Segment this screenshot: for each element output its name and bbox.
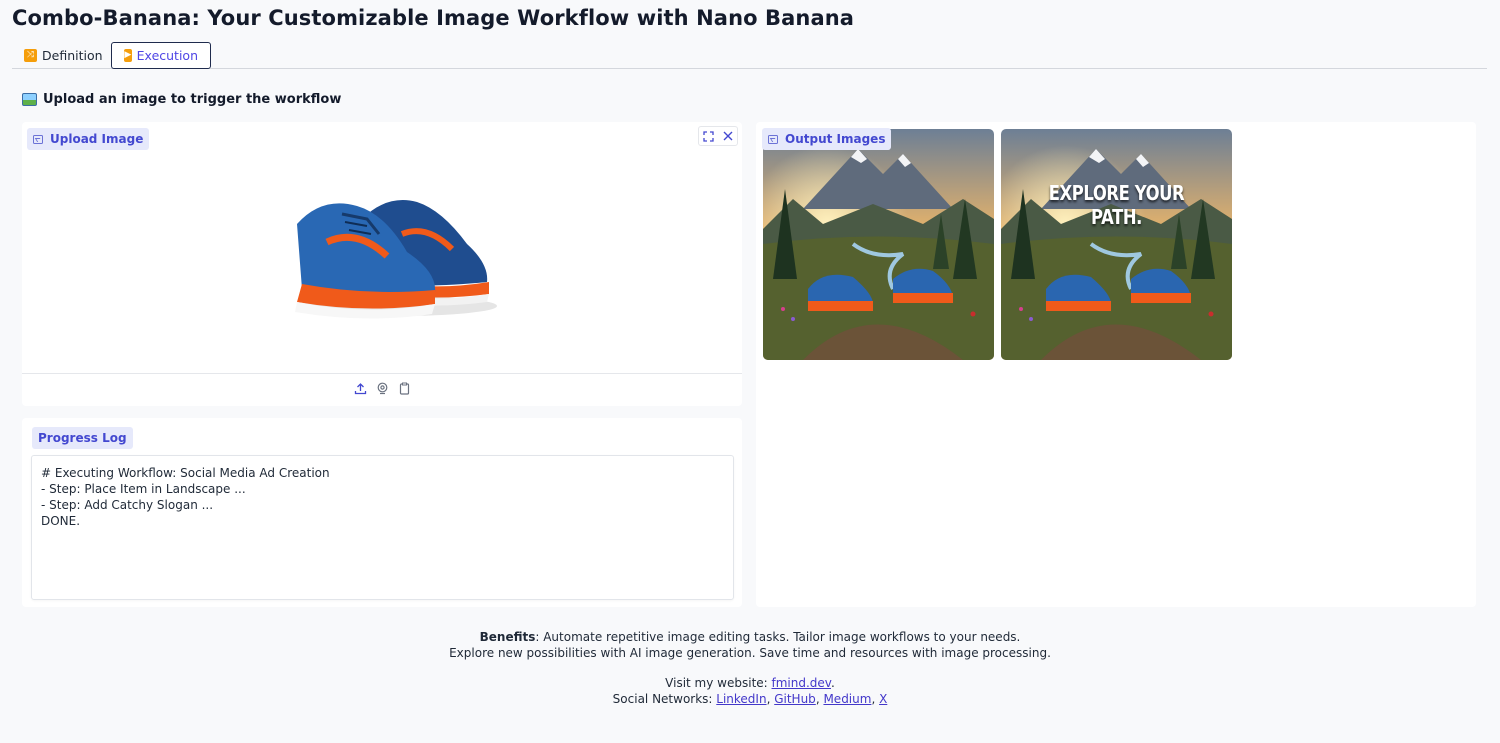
tab-execution-label: Execution bbox=[136, 48, 198, 63]
tab-execution[interactable]: ▶ Execution bbox=[111, 42, 211, 69]
uploaded-shoe-image bbox=[267, 124, 512, 372]
visit-suffix: . bbox=[830, 676, 835, 690]
picture-icon bbox=[22, 93, 37, 106]
upload-image-panel[interactable]: Upload Image bbox=[22, 122, 742, 406]
upload-divider bbox=[22, 373, 742, 374]
output-image-slogan: EXPLORE YOUR PATH. bbox=[1048, 181, 1185, 229]
upload-source-bar bbox=[22, 380, 742, 396]
image-icon bbox=[33, 134, 43, 144]
benefits-line-1: Benefits: Automate repetitive image edit… bbox=[0, 629, 1500, 645]
upload-image-label-text: Upload Image bbox=[50, 132, 144, 146]
social-line: Social Networks: LinkedIn, GitHub, Mediu… bbox=[612, 692, 888, 706]
benefits-label: Benefits bbox=[479, 630, 536, 644]
visit-prefix: Visit my website: bbox=[665, 676, 772, 690]
footer: Benefits: Automate repetitive image edit… bbox=[0, 629, 1500, 707]
upload-icon[interactable] bbox=[352, 380, 368, 396]
output-image-2[interactable]: EXPLORE YOUR PATH. bbox=[1001, 129, 1232, 360]
benefits-text-1: : Automate repetitive image editing task… bbox=[535, 630, 1021, 644]
output-images-label-text: Output Images bbox=[785, 132, 886, 146]
output-images-label: Output Images bbox=[762, 128, 892, 150]
output-image-1[interactable] bbox=[763, 129, 994, 360]
progress-log-label: Progress Log bbox=[32, 427, 133, 449]
image-corner-controls bbox=[698, 126, 738, 146]
section-heading-text: Upload an image to trigger the workflow bbox=[43, 92, 342, 107]
page-title: Combo-Banana: Your Customizable Image Wo… bbox=[12, 6, 855, 30]
play-icon: ▶ bbox=[124, 49, 132, 62]
github-link[interactable]: GitHub bbox=[774, 692, 816, 706]
clipboard-icon[interactable] bbox=[396, 380, 412, 396]
progress-log-panel: Progress Log # Executing Workflow: Socia… bbox=[22, 418, 742, 607]
section-heading: Upload an image to trigger the workflow bbox=[22, 92, 341, 107]
upload-image-label: Upload Image bbox=[27, 128, 150, 150]
x-link[interactable]: X bbox=[879, 692, 887, 706]
medium-link[interactable]: Medium bbox=[823, 692, 871, 706]
website-link[interactable]: fmind.dev bbox=[772, 676, 831, 690]
benefits-line-2: Explore new possibilities with AI image … bbox=[449, 646, 1051, 660]
linkedin-link[interactable]: LinkedIn bbox=[716, 692, 766, 706]
fullscreen-icon[interactable] bbox=[699, 127, 718, 145]
tab-bar: ⤨ Definition ▶ Execution bbox=[12, 41, 1487, 69]
tab-definition[interactable]: ⤨ Definition bbox=[12, 42, 115, 69]
social-prefix: Social Networks: bbox=[612, 692, 717, 706]
image-icon bbox=[768, 134, 778, 144]
progress-log-textbox[interactable]: # Executing Workflow: Social Media Ad Cr… bbox=[31, 455, 734, 600]
visit-line: Visit my website: fmind.dev. bbox=[0, 675, 1500, 691]
webcam-icon[interactable] bbox=[374, 380, 390, 396]
close-icon[interactable] bbox=[718, 127, 737, 145]
shuffle-icon: ⤨ bbox=[24, 49, 37, 62]
tab-definition-label: Definition bbox=[42, 48, 103, 63]
output-images-panel: Output Images EXPLORE YOUR PATH. bbox=[756, 122, 1476, 607]
